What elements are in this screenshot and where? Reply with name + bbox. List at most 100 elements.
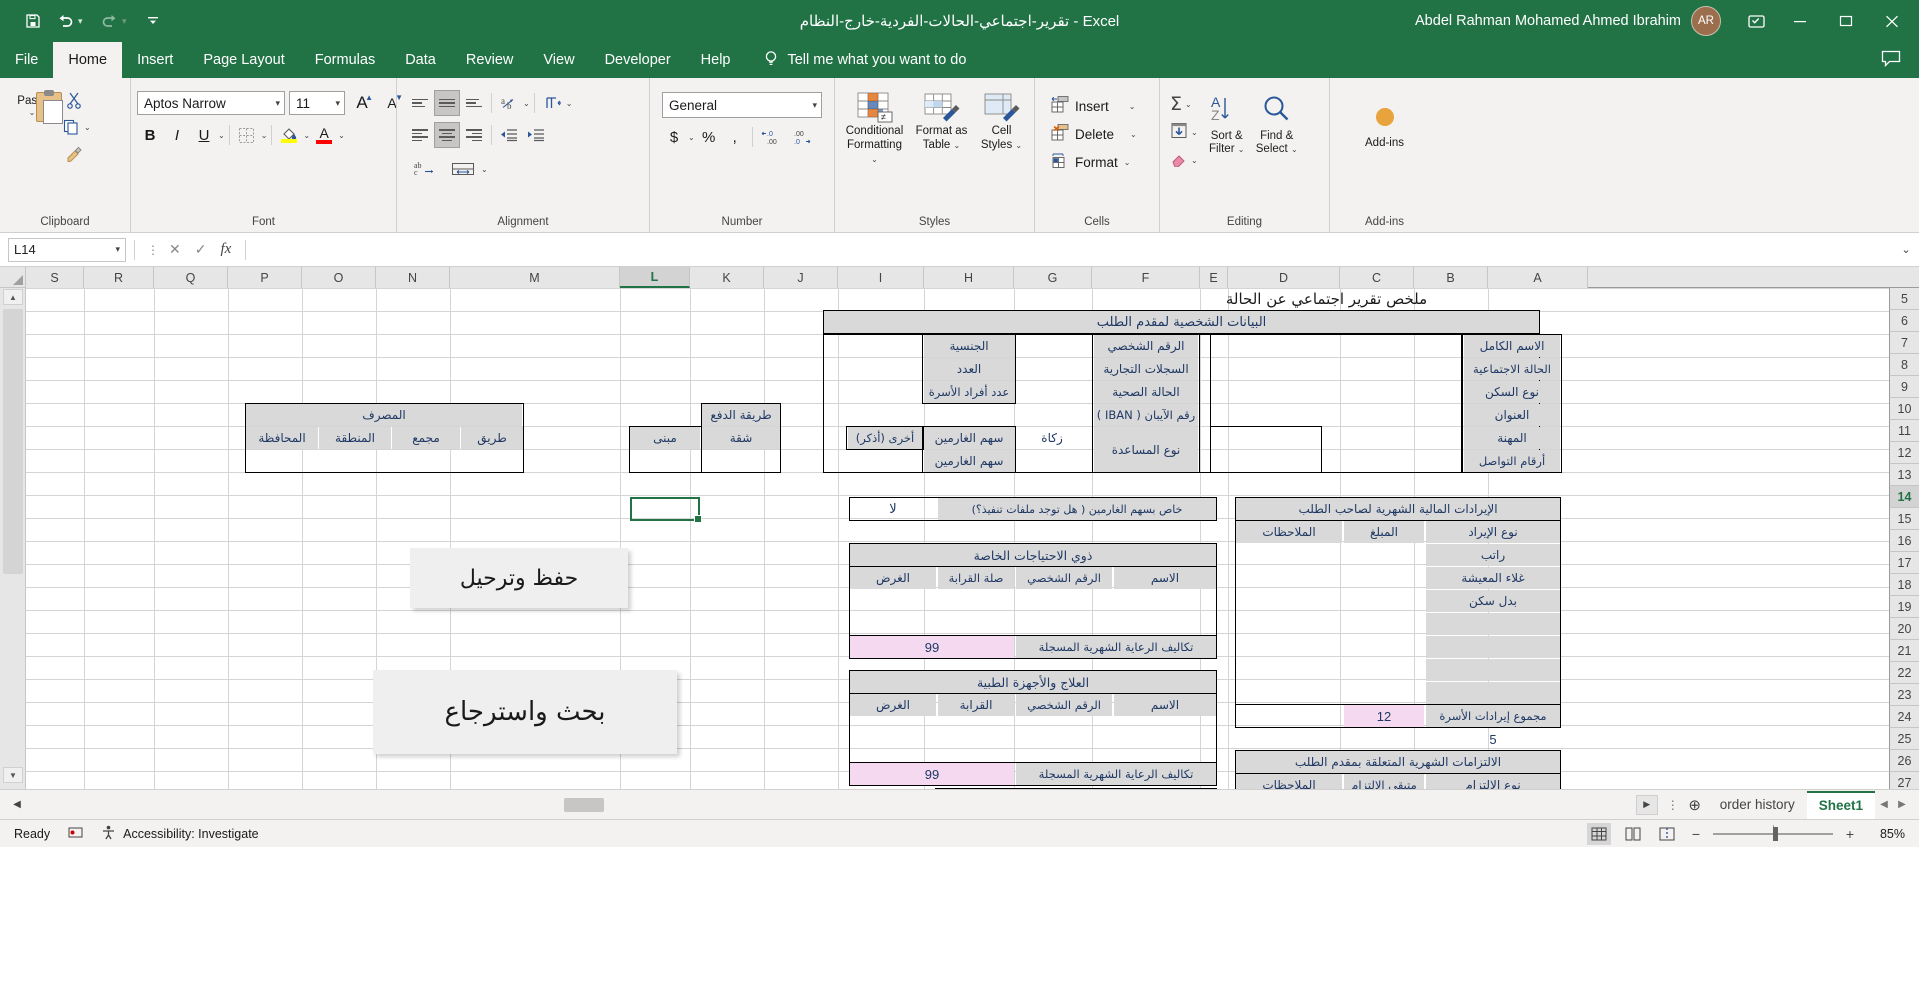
sheet-tab-order-history[interactable]: order history — [1708, 791, 1807, 819]
column-header-L[interactable]: L — [620, 267, 690, 288]
zoom-slider-knob[interactable] — [1773, 827, 1778, 841]
row-header-27[interactable]: 27 — [1889, 772, 1919, 789]
record-macro-button[interactable] — [68, 825, 83, 843]
borders-dropdown-icon[interactable]: ⌄ — [261, 131, 268, 140]
autosum-button[interactable]: Σ ⌄ — [1166, 90, 1202, 118]
column-header-K[interactable]: K — [690, 267, 764, 288]
customize-quick-access-toolbar-icon[interactable] — [138, 7, 168, 35]
expand-formula-bar-icon[interactable]: ⌄ — [1893, 243, 1919, 256]
accounting-format-icon[interactable]: $ — [662, 124, 686, 150]
accessibility-status[interactable]: Accessibility: Investigate — [101, 825, 258, 843]
orientation-dropdown-icon[interactable]: ⌄ — [523, 99, 530, 108]
align-right-icon[interactable] — [461, 122, 487, 148]
horizontal-scrollbar[interactable]: ▶ — [28, 795, 1664, 815]
page-layout-view-icon[interactable] — [1621, 823, 1645, 845]
tab-formulas[interactable]: Formulas — [300, 42, 390, 78]
scroll-right-icon[interactable]: ▶ — [1636, 795, 1658, 815]
column-header-M[interactable]: M — [450, 267, 620, 288]
column-header-C[interactable]: C — [1340, 267, 1414, 288]
find-select-button[interactable]: Find & Select ⌄ — [1252, 90, 1302, 157]
format-cells-button[interactable]: Format ⌄ — [1045, 148, 1136, 176]
row-header-26[interactable]: 26 — [1889, 750, 1919, 772]
undo-icon[interactable] — [50, 7, 80, 35]
vertical-scrollbar[interactable]: ▲ ▼ — [0, 267, 26, 789]
cancel-icon[interactable]: ✕ — [169, 241, 181, 258]
cell-income-extra-value[interactable]: 5 — [1426, 728, 1560, 750]
search-retrieve-button[interactable]: بحث واسترجاع — [373, 670, 677, 754]
normal-view-icon[interactable] — [1587, 823, 1611, 845]
merge-cells-icon[interactable] — [446, 156, 480, 182]
font-name-combo[interactable]: Aptos Narrow ▾ — [137, 91, 285, 115]
merge-dropdown-icon[interactable]: ⌄ — [481, 165, 488, 174]
decrease-indent-icon[interactable] — [496, 122, 522, 148]
column-header-I[interactable]: I — [838, 267, 924, 288]
chevron-down-icon[interactable]: ▾ — [115, 244, 120, 255]
paste-dropdown-icon[interactable]: ⌄ — [29, 108, 36, 117]
name-box[interactable]: L14 ▾ — [8, 238, 126, 262]
column-header-E[interactable]: E — [1200, 267, 1228, 288]
row-header-21[interactable]: 21 — [1889, 640, 1919, 662]
row-header-9[interactable]: 9 — [1889, 376, 1919, 398]
increase-font-size-icon[interactable]: A▲ — [349, 90, 375, 116]
close-icon[interactable] — [1869, 0, 1915, 42]
column-header-P[interactable]: P — [228, 267, 302, 288]
insert-function-icon[interactable]: fx — [220, 241, 231, 258]
active-cell-indicator[interactable] — [630, 497, 700, 521]
tab-scroll-left-icon[interactable]: ◀ — [1875, 799, 1893, 810]
wrap-text-icon[interactable]: abc — [407, 156, 445, 182]
column-header-J[interactable]: J — [764, 267, 838, 288]
borders-icon[interactable] — [234, 122, 260, 148]
row-header-20[interactable]: 20 — [1889, 618, 1919, 640]
redo-icon[interactable] — [94, 7, 124, 35]
tab-page-layout[interactable]: Page Layout — [188, 42, 299, 78]
clear-dropdown-icon[interactable]: ⌄ — [1191, 156, 1198, 165]
cut-icon[interactable] — [61, 88, 87, 112]
tab-scroll-right-icon[interactable]: ▶ — [1893, 799, 1911, 810]
fill-dropdown-icon[interactable]: ⌄ — [1191, 128, 1198, 137]
clear-button[interactable]: ⌄ — [1166, 146, 1202, 174]
cell-report-title[interactable]: ملخص تقرير اجتماعي عن الحالة — [1094, 288, 1559, 310]
increase-indent-icon[interactable] — [523, 122, 549, 148]
decrease-decimal-icon[interactable]: .00.0 — [790, 124, 820, 150]
align-center-icon[interactable] — [434, 122, 460, 148]
row-header-11[interactable]: 11 — [1889, 420, 1919, 442]
restore-icon[interactable] — [1823, 0, 1869, 42]
fill-color-dropdown-icon[interactable]: ⌄ — [303, 131, 310, 140]
column-header-O[interactable]: O — [302, 267, 376, 288]
paste-button[interactable]: Paste ⌄ — [6, 86, 58, 166]
underline-button[interactable]: U — [191, 122, 217, 148]
row-header-16[interactable]: 16 — [1889, 530, 1919, 552]
delete-cells-button[interactable]: Delete ⌄ — [1045, 120, 1143, 148]
row-header-6[interactable]: 6 — [1889, 310, 1919, 332]
column-header-Q[interactable]: Q — [154, 267, 228, 288]
enter-icon[interactable]: ✓ — [195, 241, 207, 258]
tab-data[interactable]: Data — [390, 42, 451, 78]
save-icon[interactable] — [18, 7, 48, 35]
align-left-icon[interactable] — [407, 122, 433, 148]
tab-insert[interactable]: Insert — [122, 42, 188, 78]
rtl-direction-icon[interactable] — [539, 90, 565, 116]
italic-button[interactable]: I — [164, 122, 190, 148]
ribbon-display-options-icon[interactable] — [1735, 0, 1777, 42]
row-header-24[interactable]: 24 — [1889, 706, 1919, 728]
scroll-down-icon[interactable]: ▼ — [3, 767, 23, 783]
sort-filter-button[interactable]: A Z Sort & Filter ⌄ — [1202, 90, 1252, 157]
cell-styles-button[interactable]: Cell Styles ⌄ — [975, 90, 1028, 155]
tab-view[interactable]: View — [528, 42, 589, 78]
row-header-5[interactable]: 5 — [1889, 288, 1919, 310]
undo-dropdown-icon[interactable]: ▾ — [78, 16, 92, 27]
number-format-combo[interactable]: General ▾ — [662, 92, 822, 118]
fill-button[interactable]: ⌄ — [1166, 118, 1202, 146]
zoom-slider[interactable] — [1713, 826, 1833, 842]
zoom-out-button[interactable]: − — [1689, 826, 1703, 842]
middle-align-icon[interactable] — [434, 90, 460, 116]
comments-icon[interactable] — [1881, 50, 1901, 71]
format-as-table-button[interactable]: Format as Table ⌄ — [908, 90, 975, 155]
add-sheet-icon[interactable]: ⊕ — [1682, 792, 1708, 818]
row-header-19[interactable]: 19 — [1889, 596, 1919, 618]
row-header-22[interactable]: 22 — [1889, 662, 1919, 684]
row-header-10[interactable]: 10 — [1889, 398, 1919, 420]
row-header-7[interactable]: 7 — [1889, 332, 1919, 354]
row-header-18[interactable]: 18 — [1889, 574, 1919, 596]
autosum-dropdown-icon[interactable]: ⌄ — [1185, 100, 1192, 109]
